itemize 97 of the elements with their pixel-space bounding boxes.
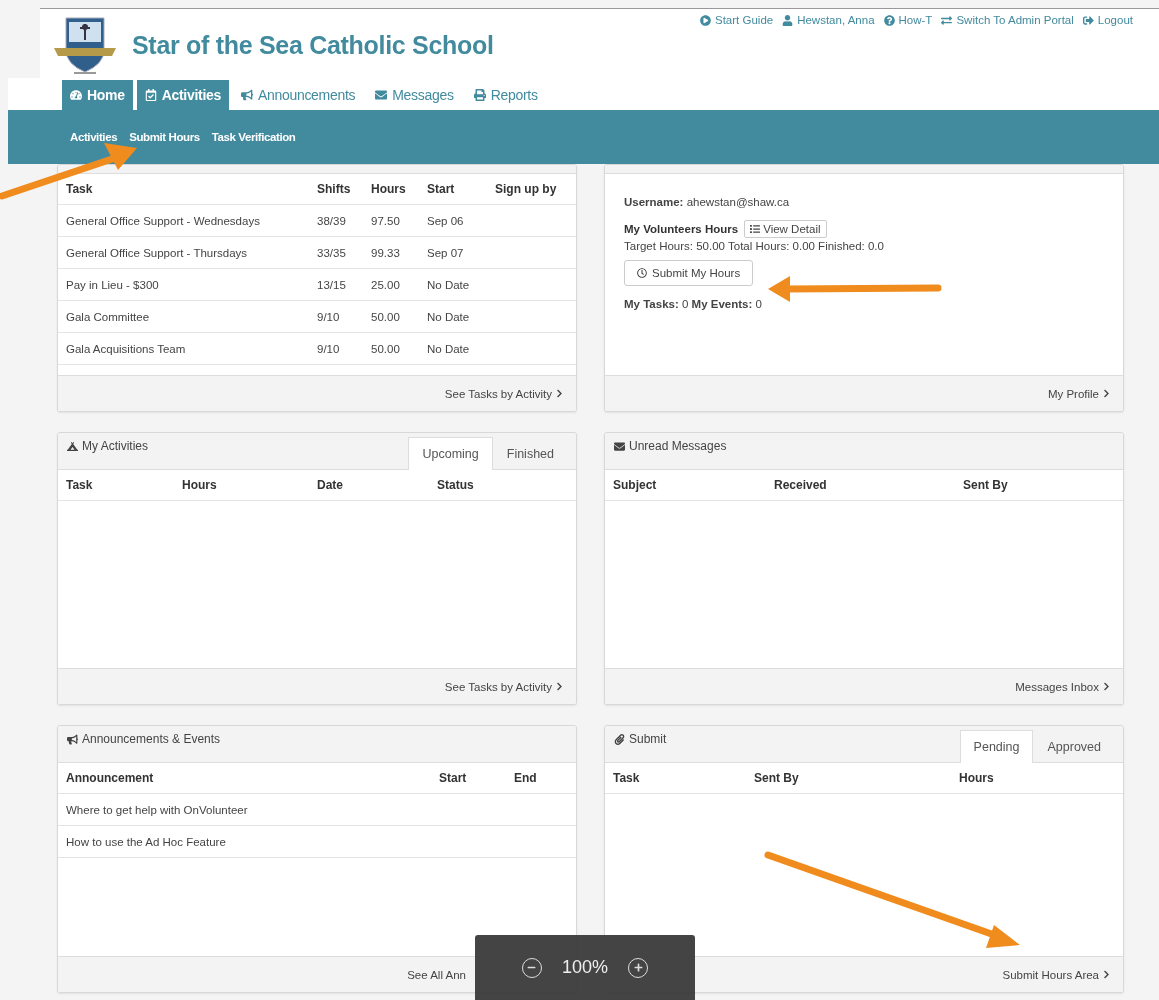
chevron-icon	[555, 389, 564, 398]
table-cell-text: General Office Support - Thursdays	[66, 246, 249, 259]
chevron-icon	[1102, 970, 1111, 979]
list-icon	[750, 224, 761, 234]
column-header: Sign up by	[495, 182, 558, 196]
view-detail-button[interactable]: View Detail	[744, 220, 827, 238]
column-header: Task	[66, 478, 94, 492]
submit-hours-button[interactable]: Submit My Hours	[624, 260, 754, 286]
table-cell-text: 38/39	[317, 214, 347, 227]
nav-tab[interactable]: Reports	[465, 80, 546, 110]
table-cell-text: 50.00	[371, 310, 401, 323]
column-header: Shifts	[317, 182, 352, 196]
nav-tab[interactable]: Messages	[367, 80, 462, 110]
hours-summary: Target Hours: 50.00 Total Hours: 0.00 Finished: 0.0	[624, 240, 884, 252]
chevron-icon	[1102, 682, 1111, 691]
table-cell-text: Where to get help with OnVolunteer	[66, 803, 249, 816]
sub-nav-link[interactable]: Task Verification	[211, 131, 296, 143]
panel-title: Submit	[629, 732, 667, 746]
table-cell-text: 97.50	[371, 214, 401, 227]
plus-icon	[633, 963, 643, 972]
printer-icon	[473, 89, 486, 101]
panel-tab[interactable]: Upcoming	[408, 437, 493, 470]
column-header: Start	[439, 771, 468, 785]
panel-tab[interactable]: Pending	[959, 730, 1034, 763]
table-cell-text: Pay in Lieu - $300	[66, 278, 160, 291]
footer-link[interactable]: See All Ann	[407, 968, 466, 981]
tent-icon	[67, 440, 78, 452]
panel-title: Unread Messages	[629, 439, 727, 453]
arrows-icon	[941, 14, 953, 26]
column-header: Hours	[959, 771, 995, 785]
column-header: Subject	[613, 478, 658, 492]
top-link[interactable]: Start Guide	[700, 14, 774, 26]
column-header: Task	[613, 771, 641, 785]
column-header: Received	[774, 478, 828, 492]
table-cell-text: Gala Acquisitions Team	[66, 342, 187, 355]
column-header: Start	[427, 182, 456, 196]
envelope-icon	[614, 440, 625, 452]
school-name: Star of the Sea Catholic School	[132, 31, 494, 60]
table-cell-text: Gala Committee	[66, 310, 151, 323]
sub-nav-link[interactable]: Activities	[70, 131, 118, 143]
column-header: Status	[437, 478, 475, 492]
play-icon	[700, 14, 711, 26]
table-cell-text: 9/10	[317, 310, 341, 323]
table-cell-text: 13/15	[317, 278, 347, 291]
sub-nav-link[interactable]: Submit Hours	[129, 131, 200, 143]
calendar-icon	[144, 89, 157, 101]
gauge-icon	[70, 89, 82, 101]
table-cell-text: 99.33	[371, 246, 401, 259]
column-header: Sent By	[963, 478, 1009, 492]
footer-link[interactable]: My Profile	[1047, 387, 1111, 400]
logout-icon	[1082, 14, 1094, 26]
envelope-icon	[375, 89, 388, 101]
table-cell-text: No Date	[427, 310, 471, 323]
footer-link[interactable]: See Tasks by Activity	[444, 680, 564, 693]
top-link[interactable]: How-T	[883, 14, 933, 26]
table-cell-text: 50.00	[371, 342, 401, 355]
table-cell-text: 9/10	[317, 342, 341, 355]
column-header: Date	[317, 478, 344, 492]
column-header: Sent By	[754, 771, 800, 785]
chevron-icon	[555, 682, 564, 691]
panel-title: My Activities	[82, 439, 148, 453]
column-header: End	[514, 771, 538, 785]
user-icon	[782, 14, 794, 26]
nav-tab[interactable]: Activities	[136, 80, 229, 110]
nav-tab[interactable]: Home	[62, 80, 133, 110]
hours-label: My Volunteers Hours	[624, 223, 739, 235]
column-header: Announcement	[66, 771, 155, 785]
zoom-level: 100%	[561, 957, 608, 978]
column-header: Hours	[371, 182, 407, 196]
megaphone-icon	[67, 733, 78, 745]
table-cell-text: 25.00	[371, 278, 401, 291]
footer-link[interactable]: Submit Hours Area	[1002, 968, 1111, 981]
chevron-icon	[1102, 389, 1111, 398]
table-cell-text: Sep 07	[427, 246, 465, 259]
panel-tab[interactable]: Approved	[1033, 730, 1115, 763]
column-header: Task	[66, 182, 94, 196]
column-header: Hours	[182, 478, 218, 492]
username-text: Username: ahewstan@shaw.ca	[624, 196, 790, 208]
top-link[interactable]: Hewstan, Anna	[782, 14, 875, 26]
table-cell-text: No Date	[427, 278, 471, 291]
panel-title: Announcements & Events	[82, 732, 221, 746]
task-counts: My Tasks: 0 My Events: 0	[624, 298, 762, 310]
table-cell-text: 33/35	[317, 246, 347, 259]
table-cell-text: Sep 06	[427, 214, 465, 227]
footer-link[interactable]: See Tasks by Activity	[444, 387, 564, 400]
table-cell-text: General Office Support - Wednesdays	[66, 214, 261, 227]
top-link[interactable]: Switch To Admin Portal	[941, 14, 1074, 26]
top-link[interactable]: Logout	[1082, 14, 1133, 26]
nav-tab[interactable]: Announcements	[232, 80, 364, 110]
panel-tab[interactable]: Finished	[492, 437, 568, 470]
footer-link[interactable]: Messages Inbox	[1015, 680, 1111, 693]
table-cell-text: No Date	[427, 342, 471, 355]
table-cell-text: How to use the Ad Hoc Feature	[66, 835, 227, 848]
clock-icon	[637, 268, 647, 278]
paperclip-icon	[614, 733, 625, 745]
help-icon	[883, 14, 895, 26]
megaphone-icon	[240, 89, 253, 101]
